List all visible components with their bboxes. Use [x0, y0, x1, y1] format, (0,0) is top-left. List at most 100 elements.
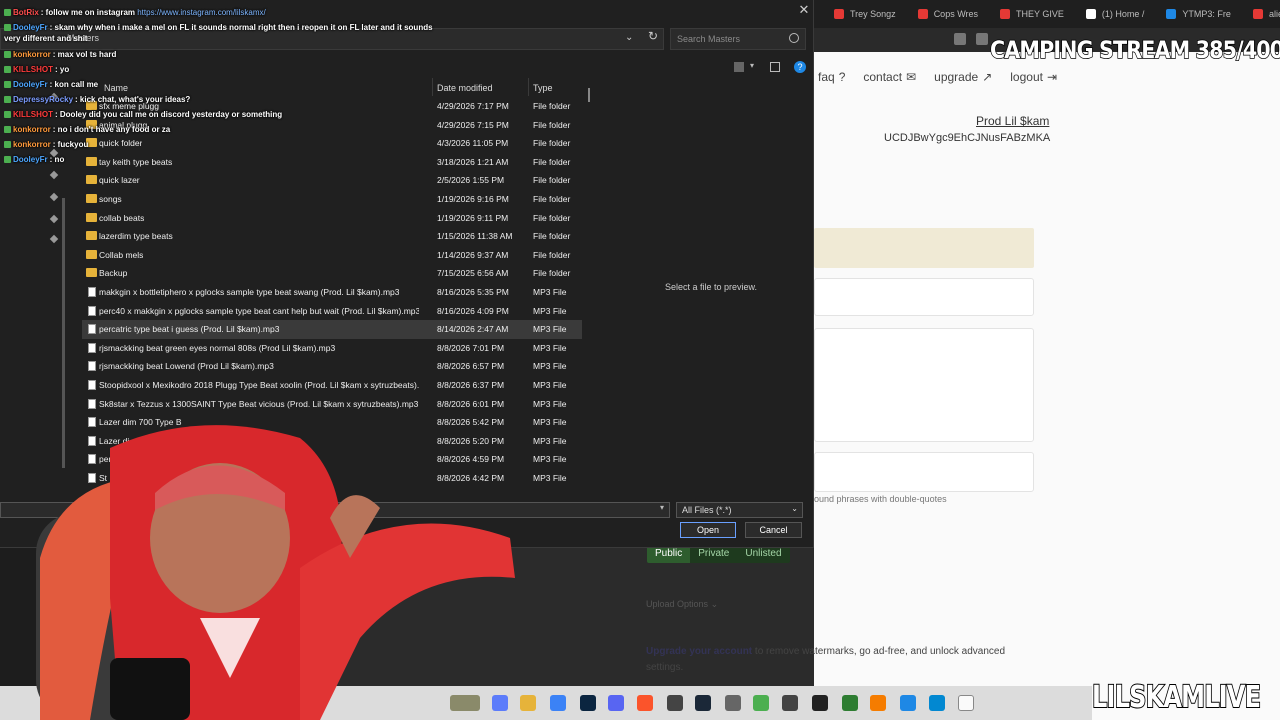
question-icon: ?: [838, 70, 846, 84]
file-row[interactable]: tay keith type beats 3/18/2026 1:21 AM Fil…: [82, 153, 582, 172]
file-name: sfx meme plugg: [99, 101, 159, 111]
notepad-icon[interactable]: [900, 695, 916, 711]
file-type: File folder: [533, 119, 571, 130]
file-date: 7/15/2025 6:56 AM: [437, 268, 509, 279]
app-icon[interactable]: [725, 695, 741, 711]
pin-icon[interactable]: [49, 214, 59, 224]
browser-tab[interactable]: YTMP3: Fre: [1156, 0, 1241, 28]
file-type: MP3 File: [533, 398, 567, 409]
file-row[interactable]: rjsmackking beat green eyes normal 808s …: [82, 339, 582, 358]
extension-icon[interactable]: [976, 33, 988, 45]
file-row[interactable]: Sk8star x Tezzus x 1300SAINT Type Beat v…: [82, 395, 582, 414]
fl-studio-icon[interactable]: [870, 695, 886, 711]
nav-contact[interactable]: contact ✉: [863, 70, 916, 84]
shield-icon[interactable]: [954, 33, 966, 45]
document-icon[interactable]: [958, 695, 974, 711]
chevron-down-icon[interactable]: ▾: [750, 61, 754, 70]
file-date: 8/8/2026 6:37 PM: [437, 380, 505, 390]
cancel-button[interactable]: Cancel: [745, 522, 802, 538]
browser-tab[interactable]: Cops Wres: [908, 0, 988, 28]
audio-file-icon: [88, 361, 96, 372]
file-row[interactable]: sfx meme plugg 4/29/2026 7:17 PM File fold…: [82, 97, 582, 116]
open-button[interactable]: Open: [680, 522, 736, 538]
file-type: File folder: [533, 212, 571, 223]
file-name: Collab mels: [99, 249, 144, 260]
file-date: 8/16/2026 5:35 PM: [437, 287, 509, 297]
search-icon[interactable]: [789, 33, 799, 43]
file-name: percatric type beat i guess (Prod. Lil $…: [99, 324, 280, 335]
file-row[interactable]: animal plugg 4/29/2026 7:15 PM File folder: [82, 116, 582, 135]
audio-file-icon: [88, 380, 96, 390]
capcut-icon[interactable]: [812, 695, 828, 711]
chevron-down-icon[interactable]: ⌄: [625, 32, 633, 43]
photos-icon[interactable]: [929, 695, 945, 711]
channel-watermark: LILSKAMLIVE: [1091, 679, 1262, 716]
browser-tab[interactable]: THEY GIVE: [990, 0, 1074, 28]
file-name: rjsmackking beat green eyes normal 808s …: [99, 342, 336, 353]
nav-faq[interactable]: faq?: [818, 70, 845, 84]
file-date: 4/29/2026 7:17 PM: [437, 101, 509, 111]
pin-icon[interactable]: [49, 170, 59, 180]
steam-icon[interactable]: [695, 695, 711, 711]
preview-pane-icon[interactable]: [770, 62, 780, 72]
browser-tab[interactable]: aliexpress.c: [1243, 0, 1280, 28]
file-date: 8/14/2026 2:47 AM: [437, 324, 509, 335]
tags-input[interactable]: [814, 452, 1034, 492]
browser-tab[interactable]: Trey Songz: [824, 0, 906, 28]
address-bar[interactable]: Masters ⌄: [0, 28, 664, 50]
help-icon[interactable]: ?: [794, 61, 806, 73]
file-row[interactable]: Backup 7/15/2025 6:56 AM File folder: [82, 264, 582, 283]
file-row[interactable]: quick folder 4/3/2026 11:05 PM File folder: [82, 134, 582, 153]
app-icon[interactable]: [782, 695, 798, 711]
file-row[interactable]: rjsmackking beat Lowend (Prod Lil $kam).…: [82, 357, 582, 376]
file-date: 8/8/2026 6:57 PM: [437, 361, 505, 372]
browser-tab[interactable]: (1) Home /: [1076, 0, 1155, 28]
file-name: quick lazer: [99, 175, 140, 186]
list-scrollbar[interactable]: [588, 88, 590, 102]
column-name[interactable]: Name: [104, 83, 128, 93]
search-box[interactable]: [670, 28, 806, 50]
file-date: 4/29/2026 7:15 PM: [437, 119, 509, 130]
nav-logout[interactable]: logout ⇥: [1010, 70, 1057, 84]
brave-icon[interactable]: [637, 695, 653, 711]
file-name: rjsmackking beat Lowend (Prod Lil $kam).…: [99, 361, 274, 372]
chevron-down-icon[interactable]: ▾: [660, 503, 664, 512]
file-row[interactable]: Stoopidxool x Mexikodro 2018 Plugg Type …: [82, 376, 582, 395]
description-input[interactable]: [814, 328, 1034, 442]
view-options-icon[interactable]: [734, 62, 744, 72]
pin-icon[interactable]: [49, 92, 59, 102]
chevron-down-icon: ⌄: [791, 504, 798, 513]
file-row[interactable]: perc40 x makkgin x pglocks sample type b…: [82, 302, 582, 321]
file-row[interactable]: collab beats 1/19/2026 9:11 PM File folder: [82, 209, 582, 228]
xbox-icon[interactable]: [753, 695, 769, 711]
upload-options-toggle[interactable]: Upload Options ⌄: [646, 599, 718, 610]
title-input[interactable]: [814, 278, 1034, 316]
app-icon[interactable]: [842, 695, 858, 711]
pin-icon[interactable]: [49, 192, 59, 202]
pin-icon[interactable]: [49, 148, 59, 158]
file-type: File folder: [533, 231, 571, 242]
column-separator[interactable]: [528, 78, 529, 96]
preview-message: Select a file to preview.: [665, 282, 758, 292]
file-type-select[interactable]: All Files (*.*) ⌄: [676, 502, 803, 518]
file-row[interactable]: songs 1/19/2026 9:16 PM File folder: [82, 190, 582, 209]
channel-id: UCDJBwYgc9EhCJNusFABzMKA: [884, 132, 1051, 144]
nav-upgrade[interactable]: upgrade ↗: [934, 70, 992, 84]
column-separator[interactable]: [432, 78, 433, 96]
discord-icon[interactable]: [608, 695, 624, 711]
file-row[interactable]: makkgin x bottletiphero x pglocks sample…: [82, 283, 582, 302]
file-row[interactable]: lazerdim type beats 1/15/2026 11:38 AM Fil…: [82, 227, 582, 246]
column-date[interactable]: Date modified: [437, 83, 493, 93]
file-row[interactable]: percatric type beat i guess (Prod. Lil $…: [82, 320, 582, 339]
file-row[interactable]: quick lazer 2/5/2026 1:55 PM File folder: [82, 171, 582, 190]
photoshop-icon[interactable]: [580, 695, 596, 711]
file-row[interactable]: Collab mels 1/14/2026 9:37 AM File folder: [82, 246, 582, 265]
pin-icon[interactable]: [49, 234, 59, 244]
column-type[interactable]: Type: [533, 83, 553, 93]
refresh-icon[interactable]: ↻: [646, 29, 660, 47]
upgrade-account-link[interactable]: Upgrade your account: [646, 646, 752, 657]
obs-icon[interactable]: [667, 695, 683, 711]
close-icon[interactable]: ✕: [797, 3, 811, 17]
search-input[interactable]: [677, 32, 785, 46]
producer-link[interactable]: Prod Lil $kam: [976, 114, 1049, 128]
